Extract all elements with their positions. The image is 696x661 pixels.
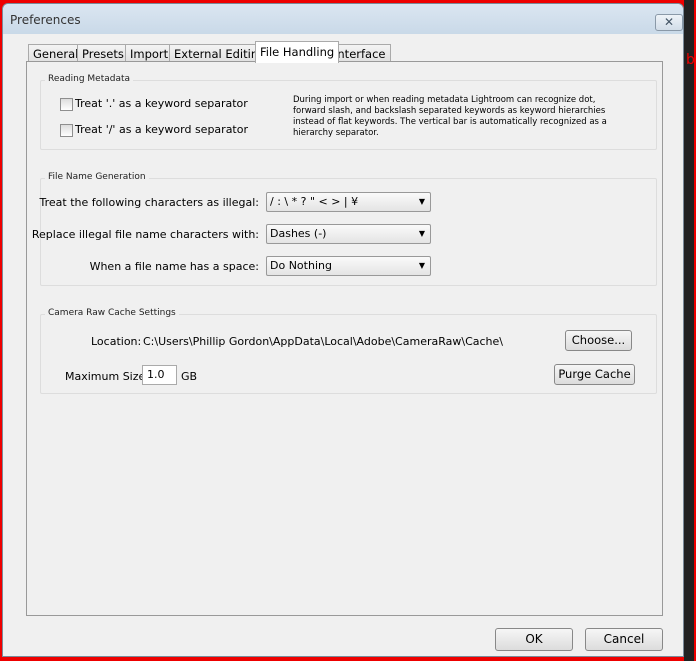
slash-separator-checkbox[interactable]: [60, 124, 73, 137]
purge-cache-button[interactable]: Purge Cache: [554, 364, 635, 385]
slash-separator-label: Treat '/' as a keyword separator: [75, 123, 248, 136]
cancel-button[interactable]: Cancel: [585, 628, 663, 651]
location-label: Location:: [91, 335, 142, 348]
replace-chars-value: Dashes (-): [270, 227, 327, 240]
reading-metadata-description: During import or when reading metadata L…: [293, 95, 607, 138]
max-size-unit: GB: [181, 370, 198, 383]
file-name-generation-title: File Name Generation: [45, 172, 149, 182]
replace-chars-label: Replace illegal file name characters wit…: [31, 228, 259, 241]
illegal-chars-value: / : \ * ? " < > | ¥: [270, 195, 359, 208]
choose-button[interactable]: Choose...: [565, 330, 632, 351]
chevron-down-icon: ▼: [418, 197, 425, 206]
background-window-strip: b: [684, 0, 696, 661]
background-text: b: [686, 52, 695, 68]
illegal-chars-select[interactable]: / : \ * ? " < > | ¥ ▼: [266, 192, 431, 212]
tab-panel: Reading Metadata Treat '.' as a keyword …: [26, 61, 663, 616]
max-size-label: Maximum Size:: [65, 370, 149, 383]
space-handling-value: Do Nothing: [270, 259, 332, 272]
tab-general[interactable]: General: [28, 44, 84, 62]
dot-separator-checkbox[interactable]: [60, 98, 73, 111]
tab-import[interactable]: Import: [125, 44, 174, 62]
camera-raw-cache-title: Camera Raw Cache Settings: [45, 308, 179, 318]
tab-file-handling[interactable]: File Handling: [255, 41, 340, 63]
space-handling-label: When a file name has a space:: [89, 260, 259, 273]
reading-metadata-title: Reading Metadata: [45, 74, 134, 84]
location-path: C:\Users\Phillip Gordon\AppData\Local\Ad…: [143, 335, 503, 348]
max-size-input[interactable]: 1.0: [142, 365, 177, 385]
title-bar[interactable]: Preferences ✕: [3, 4, 683, 34]
close-icon[interactable]: ✕: [655, 14, 683, 31]
space-handling-select[interactable]: Do Nothing ▼: [266, 256, 431, 276]
preferences-dialog: Preferences ✕ General Presets Import Ext…: [2, 3, 684, 657]
chevron-down-icon: ▼: [418, 229, 425, 238]
dot-separator-label: Treat '.' as a keyword separator: [75, 97, 248, 110]
ok-button[interactable]: OK: [495, 628, 573, 651]
tab-presets[interactable]: Presets: [77, 44, 129, 62]
replace-chars-select[interactable]: Dashes (-) ▼: [266, 224, 431, 244]
chevron-down-icon: ▼: [418, 261, 425, 270]
window-title: Preferences: [10, 13, 81, 27]
illegal-chars-label: Treat the following characters as illega…: [39, 196, 260, 209]
